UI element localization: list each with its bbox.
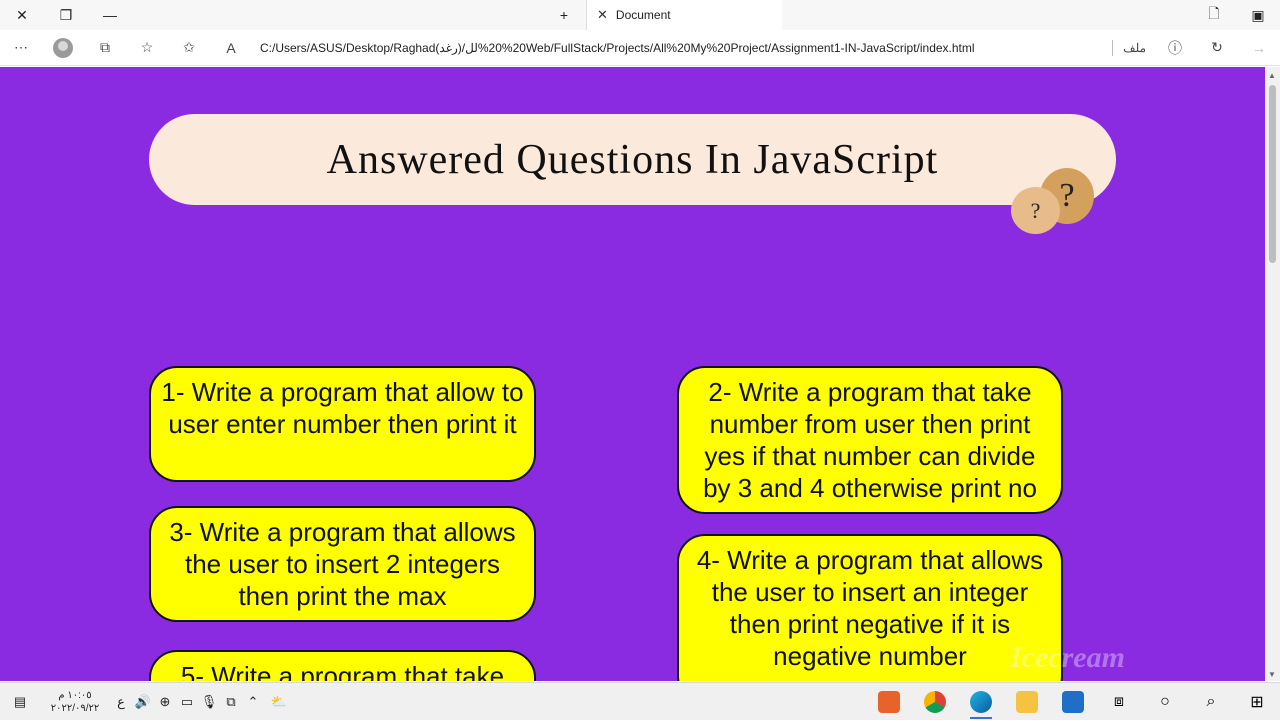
question-text-3: 3- Write a program that allows the user … <box>169 517 516 611</box>
watermark: Icecream <box>1010 641 1125 674</box>
clock-date: ٢٠٢٢/٠٩/٢٢ <box>50 702 100 714</box>
collections-icon[interactable]: ⧉ <box>84 30 126 66</box>
scroll-down-icon[interactable]: ▼ <box>1268 670 1276 679</box>
tab-title: Document <box>615 8 671 22</box>
read-aloud-icon[interactable]: A <box>210 30 252 66</box>
address-url: C:/Users/ASUS/Desktop/Raghad(رغد)/20%20%… <box>260 40 975 55</box>
search-icon[interactable]: ⌕ <box>1188 683 1234 721</box>
question-text-5: 5- Write a program that take <box>180 661 505 681</box>
browser-toolbar: ⋯ ⧉ ☆ ✩ A C:/Users/ASUS/Desktop/Raghad(ر… <box>0 30 1280 66</box>
new-tab-icon[interactable]: + <box>542 0 586 30</box>
refresh-icon[interactable]: ↻ <box>1196 30 1238 66</box>
mail-app-icon[interactable] <box>1050 683 1096 721</box>
clock-time: ١٠:٠٥ م <box>58 689 92 701</box>
question-card-4[interactable]: 4- Write a program that allows the user … <box>677 534 1063 681</box>
restore-window-icon[interactable]: ❐ <box>44 0 88 30</box>
page-icon[interactable]: 🗋 <box>1192 0 1236 30</box>
add-favorite-icon[interactable]: ✩ <box>168 30 210 66</box>
close-window-icon[interactable]: ✕ <box>0 0 44 30</box>
avatar <box>53 37 73 58</box>
page-content: Answered Questions In JavaScript ? ? 1- … <box>0 67 1265 681</box>
favorites-icon[interactable]: ☆ <box>126 30 168 66</box>
question-card-3[interactable]: 3- Write a program that allows the user … <box>149 506 536 622</box>
page-scrollbar[interactable]: ▲ ▼ <box>1265 67 1280 681</box>
camera-icon[interactable]: ⧉ <box>220 683 242 721</box>
address-divider <box>1112 39 1114 56</box>
more-icon[interactable]: ⋯ <box>0 30 42 66</box>
microphone-icon[interactable]: 🎙 <box>198 683 220 721</box>
window-icon[interactable]: ▣ <box>1236 0 1280 30</box>
question-mark-small-icon: ? <box>1011 187 1060 234</box>
battery-icon[interactable]: ▭ <box>176 683 198 721</box>
scroll-up-icon[interactable]: ▲ <box>1268 71 1276 80</box>
task-view-icon[interactable]: ⧈ <box>1096 683 1142 721</box>
question-text-4: 4- Write a program that allows the user … <box>696 545 1044 671</box>
question-card-2[interactable]: 2- Write a program that take number from… <box>677 366 1063 514</box>
scroll-thumb[interactable] <box>1269 85 1276 263</box>
chrome-app-icon[interactable] <box>912 683 958 721</box>
question-text-2: 2- Write a program that take number from… <box>703 377 1037 503</box>
heading-banner: Answered Questions In JavaScript <box>149 114 1116 205</box>
question-text-1: 1- Write a program that allow to user en… <box>161 377 524 439</box>
address-bar[interactable]: C:/Users/ASUS/Desktop/Raghad(رغد)/20%20%… <box>252 34 1102 62</box>
recorder-app-icon[interactable] <box>866 683 912 721</box>
minimize-window-icon[interactable]: — <box>88 0 132 30</box>
page-title: Answered Questions In JavaScript <box>326 136 939 183</box>
notifications-icon[interactable]: ▤ <box>0 683 40 721</box>
start-button[interactable]: ⊞ <box>1234 683 1280 721</box>
show-hidden-icons[interactable]: ⌃ <box>242 683 264 721</box>
browser-title-bar: ✕ ❐ — + ✕ Document 🗋 ▣ <box>0 0 1280 30</box>
info-icon[interactable]: ⓘ <box>1154 30 1196 66</box>
clock[interactable]: ١٠:٠٥ م ٢٠٢٢/٠٩/٢٢ <box>40 689 110 715</box>
question-card-5[interactable]: 5- Write a program that take <box>149 650 536 681</box>
volume-icon[interactable]: 🔊 <box>132 683 154 721</box>
edge-app-icon[interactable] <box>958 683 1004 721</box>
weather-icon[interactable]: ⛅ <box>264 683 294 721</box>
forward-icon[interactable]: → <box>1238 30 1280 66</box>
profile-button[interactable] <box>42 30 84 66</box>
close-tab-icon[interactable]: ✕ <box>597 7 608 23</box>
language-indicator[interactable]: ع <box>110 683 132 721</box>
cortana-icon[interactable]: ○ <box>1142 683 1188 721</box>
file-explorer-icon[interactable] <box>1004 683 1050 721</box>
file-label: ملف <box>1123 40 1146 55</box>
taskbar: ▤ ١٠:٠٥ م ٢٠٢٢/٠٩/٢٢ ع 🔊 ⊕ ▭ 🎙 ⧉ ⌃ ⛅ ⧈ ○… <box>0 682 1280 720</box>
tab-document[interactable]: ✕ Document <box>586 0 782 30</box>
network-icon[interactable]: ⊕ <box>154 683 176 721</box>
question-card-1[interactable]: 1- Write a program that allow to user en… <box>149 366 536 482</box>
